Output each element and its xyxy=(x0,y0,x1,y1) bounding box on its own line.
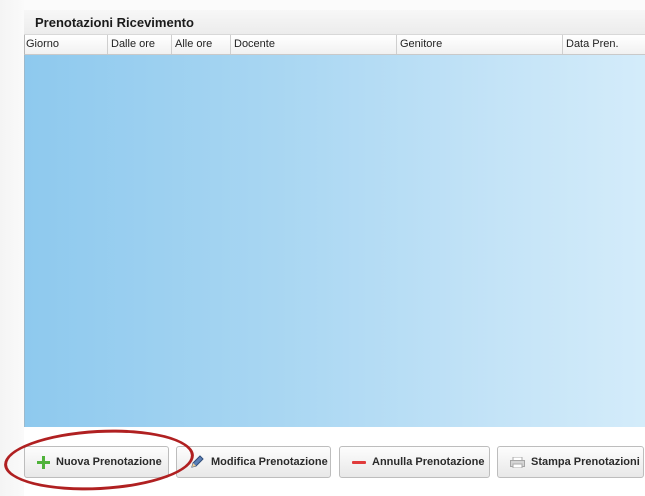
print-reservations-button[interactable]: Stampa Prenotazioni xyxy=(497,446,644,478)
panel-title: Prenotazioni Ricevimento xyxy=(35,15,194,30)
panel-title-bar: Prenotazioni Ricevimento xyxy=(24,10,645,35)
minus-icon xyxy=(352,460,366,464)
column-header-giorno[interactable]: Giorno xyxy=(23,35,108,54)
table-header-row: Giorno Dalle ore Alle ore Docente Genito… xyxy=(24,35,645,55)
left-edge xyxy=(0,0,24,496)
edit-reservation-label: Modifica Prenotazione xyxy=(211,456,328,468)
column-header-data-pren[interactable]: Data Pren. xyxy=(563,35,645,54)
table-body[interactable] xyxy=(24,55,645,427)
column-header-docente[interactable]: Docente xyxy=(231,35,397,54)
column-header-alle-ore[interactable]: Alle ore xyxy=(172,35,231,54)
column-header-dalle-ore[interactable]: Dalle ore xyxy=(108,35,172,54)
cancel-reservation-button[interactable]: Annulla Prenotazione xyxy=(339,446,490,478)
reservations-panel: Prenotazioni Ricevimento Giorno Dalle or… xyxy=(0,0,645,496)
printer-icon xyxy=(510,456,525,468)
column-header-genitore[interactable]: Genitore xyxy=(397,35,563,54)
cancel-reservation-label: Annulla Prenotazione xyxy=(372,456,485,468)
print-reservations-label: Stampa Prenotazioni xyxy=(531,456,640,468)
edit-reservation-button[interactable]: Modifica Prenotazione xyxy=(176,446,331,478)
